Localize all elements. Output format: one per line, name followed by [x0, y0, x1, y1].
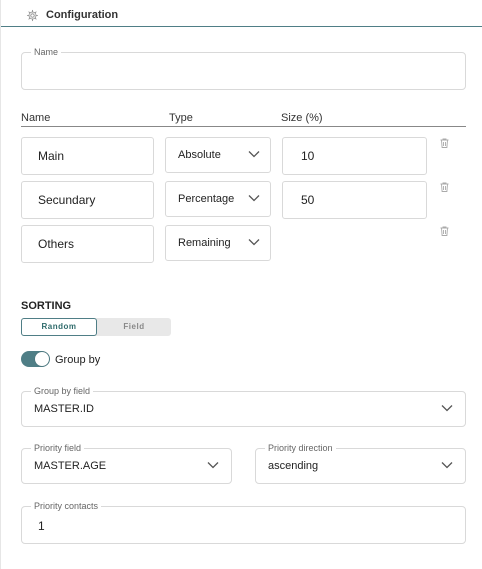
priority-direction-value: ascending: [268, 460, 319, 472]
sorting-title: SORTING: [21, 300, 72, 312]
group-by-label: Group by: [55, 354, 101, 366]
priority-direction-label: Priority direction: [265, 443, 336, 454]
configuration-panel: Configuration Name Name Type Size (%) Ma…: [0, 0, 482, 569]
row-name-value: Secundary: [38, 193, 96, 207]
row-name-input[interactable]: Others: [21, 225, 154, 263]
row-type-value: Remaining: [178, 237, 231, 249]
panel-title: Configuration: [46, 9, 119, 21]
gear-icon: [26, 9, 39, 22]
priority-field-value: MASTER.AGE: [34, 460, 107, 472]
group-by-switch[interactable]: [21, 351, 50, 367]
chevron-down-icon: [207, 462, 219, 469]
priority-contacts-label: Priority contacts: [31, 501, 102, 512]
chevron-down-icon: [441, 462, 453, 469]
priority-direction-select[interactable]: Priority direction ascending: [255, 443, 466, 484]
row-type-value: Absolute: [178, 149, 221, 161]
chevron-down-icon: [248, 195, 260, 202]
panel-header: Configuration: [1, 0, 482, 27]
group-by-field-value: MASTER.ID: [34, 403, 94, 415]
row-name-value: Others: [38, 237, 75, 251]
trash-icon[interactable]: [440, 226, 449, 236]
trash-icon[interactable]: [440, 138, 449, 148]
row-size-input[interactable]: 10: [282, 137, 427, 175]
sorting-option-random[interactable]: Random: [21, 318, 97, 336]
trash-icon[interactable]: [440, 182, 449, 192]
name-input-label: Name: [31, 47, 62, 58]
priority-contacts-value: 1: [38, 519, 45, 533]
chevron-down-icon: [441, 405, 453, 412]
priority-field-label: Priority field: [31, 443, 85, 454]
table-divider: [21, 126, 466, 127]
row-size-input[interactable]: 50: [282, 181, 427, 219]
group-by-field-select[interactable]: Group by field MASTER.ID: [21, 386, 466, 427]
row-type-value: Percentage: [178, 193, 235, 205]
row-type-select[interactable]: Remaining: [165, 225, 271, 261]
chevron-down-icon: [248, 151, 260, 158]
row-size-value: 10: [301, 149, 315, 163]
row-type-select[interactable]: Absolute: [165, 137, 271, 173]
row-name-input[interactable]: Secundary: [21, 181, 154, 219]
row-size-value: 50: [301, 193, 315, 207]
row-name-input[interactable]: Main: [21, 137, 154, 175]
sorting-toggle-group: Random Field: [21, 318, 171, 336]
name-input[interactable]: Name: [21, 47, 466, 90]
column-header-name: Name: [21, 112, 51, 124]
row-name-value: Main: [38, 149, 65, 163]
column-header-size: Size (%): [281, 112, 323, 124]
sorting-option-field[interactable]: Field: [97, 318, 171, 336]
priority-field-select[interactable]: Priority field MASTER.AGE: [21, 443, 232, 484]
group-by-field-label: Group by field: [31, 386, 94, 397]
column-header-type: Type: [169, 112, 193, 124]
priority-contacts-input[interactable]: Priority contacts 1: [21, 501, 466, 544]
switch-knob: [35, 352, 49, 366]
row-type-select[interactable]: Percentage: [165, 181, 271, 217]
chevron-down-icon: [248, 239, 260, 246]
